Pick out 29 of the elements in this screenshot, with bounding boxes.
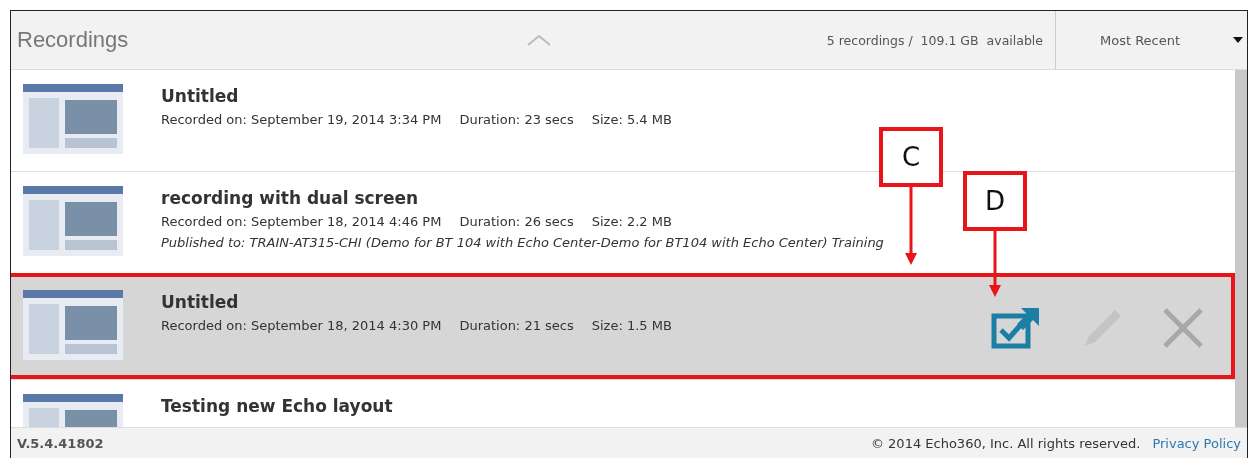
callout-label: C <box>879 127 943 187</box>
published-text: Published to: TRAIN-AT315-CHI (Demo for BT 104 with Echo Center-Demo for BT104 with Echo Center) Training <box>161 235 884 250</box>
recording-title: Untitled <box>161 292 240 312</box>
callout-arrow <box>989 231 1001 297</box>
size-text: Size: 1.5 MB <box>591 318 672 333</box>
close-icon[interactable] <box>1161 306 1205 350</box>
callout-label: D <box>963 171 1027 231</box>
size-text: Size: 5.4 MB <box>591 112 672 127</box>
privacy-policy-link[interactable]: Privacy Policy <box>1152 435 1241 451</box>
copyright-text: © 2014 Echo360, Inc. All rights reserved. <box>870 435 1141 451</box>
caret-icon <box>1233 37 1243 43</box>
storage-summary: 5 recordings / 109.1 GB available <box>826 32 1044 48</box>
recording-row[interactable]: Untitled Recorded on: September 18, 2014 4:30 PM Duration: 21 secs Size: 1.5 MB <box>11 276 1235 380</box>
scrollbar[interactable] <box>1235 70 1247 427</box>
chevron-up-icon[interactable] <box>527 34 551 46</box>
recorded-date: Recorded on: September 19, 2014 3:34 PM <box>161 112 442 127</box>
size-text: Size: 2.2 MB <box>591 214 672 229</box>
sort-dropdown[interactable]: Most Recent <box>1055 11 1247 69</box>
recording-title: Testing new Echo layout <box>161 396 393 416</box>
recording-title: Untitled <box>161 86 240 106</box>
recorded-date: Recorded on: September 18, 2014 4:46 PM <box>161 214 442 229</box>
recording-title: recording with dual screen <box>161 188 420 208</box>
version-label: V.5.4.41802 <box>17 435 104 451</box>
publish-icon[interactable] <box>991 306 1041 350</box>
duration-text: Duration: 26 secs <box>459 214 574 229</box>
duration-text: Duration: 21 secs <box>459 318 574 333</box>
page-title: Recordings <box>16 27 130 53</box>
recorded-date: Recorded on: September 18, 2014 4:30 PM <box>161 318 442 333</box>
duration-text: Duration: 23 secs <box>459 112 574 127</box>
